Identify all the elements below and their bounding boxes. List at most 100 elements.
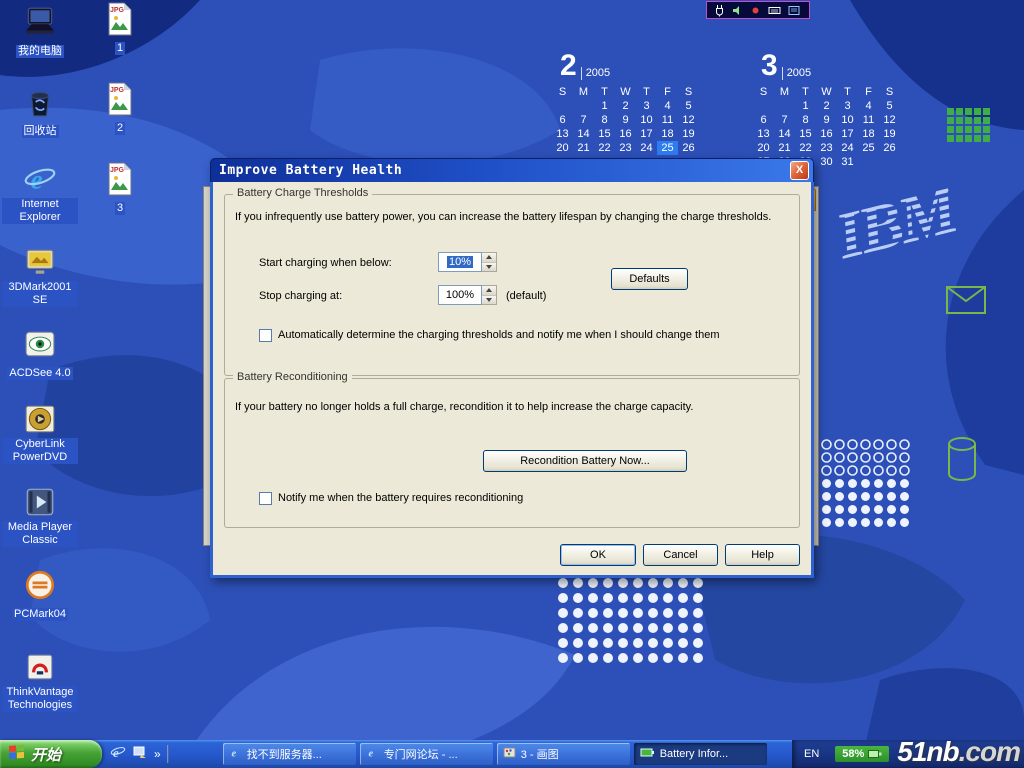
paint-icon — [503, 746, 516, 762]
calendar-day: 8 — [795, 113, 816, 127]
desktop-icon-acdsee[interactable]: ACDSee 4.0 — [2, 327, 78, 381]
ie-icon: e — [229, 746, 242, 762]
dialog-title: Improve Battery Health — [219, 163, 790, 178]
start-charging-label: Start charging when below: — [259, 257, 392, 269]
start-charging-field[interactable]: 10% — [438, 252, 482, 272]
task-button-server-not-found[interactable]: e 找不到服务器... — [223, 743, 356, 765]
desktop-icon-powerdvd[interactable]: CyberLink PowerDVD — [2, 402, 78, 465]
calendar-day: 11 — [657, 113, 678, 127]
keypad-cell — [983, 135, 990, 142]
notify-reconditioning-checkbox-row[interactable]: Notify me when the battery requires reco… — [259, 492, 779, 505]
quicklaunch-desktop-icon[interactable] — [132, 744, 148, 765]
calendar-grid: SMTWTFS123456789101112131415161718192021… — [753, 85, 900, 169]
calendar-day: 2 — [615, 99, 636, 113]
svg-text:JPG: JPG — [110, 87, 125, 94]
notify-reconditioning-checkbox-label: Notify me when the battery requires reco… — [278, 492, 523, 505]
stop-charging-field[interactable]: 100% — [438, 285, 482, 305]
notify-reconditioning-checkbox[interactable] — [259, 492, 272, 505]
power-icon[interactable] — [714, 4, 725, 17]
start-button[interactable]: 开始 — [0, 740, 102, 768]
desktop-icon-label: ACDSee 4.0 — [7, 367, 72, 380]
recondition-battery-button[interactable]: Recondition Battery Now... — [483, 450, 687, 472]
task-button-battery-information[interactable]: Battery Infor... — [634, 743, 767, 765]
spin-down-button[interactable] — [482, 296, 496, 305]
desktop-icon-media-player-classic[interactable]: Media Player Classic — [2, 485, 78, 548]
windows-logo-icon — [8, 744, 25, 764]
calendar-day: 6 — [753, 113, 774, 127]
calendar-month: 3 — [761, 52, 778, 80]
desktop-icon-pcmark04[interactable]: PCMark04 — [2, 568, 78, 622]
display-settings-icon[interactable] — [788, 4, 800, 17]
auto-determine-checkbox-row[interactable]: Automatically determine the charging thr… — [259, 329, 779, 342]
close-button[interactable]: X — [790, 161, 809, 180]
media-player-classic-icon — [23, 485, 57, 519]
dialog-titlebar[interactable]: Improve Battery Health X — [210, 158, 814, 182]
stop-charging-value: 100% — [446, 289, 474, 301]
keypad-cell — [947, 135, 954, 142]
desktop-icon-internet-explorer[interactable]: e Internet Explorer — [2, 162, 78, 225]
calendar-day: 20 — [753, 141, 774, 155]
start-charging-spinner[interactable]: 10% — [438, 252, 497, 272]
calendar-day: 22 — [795, 141, 816, 155]
calendar-day: 16 — [816, 127, 837, 141]
calendar-day: 17 — [837, 127, 858, 141]
calendar-day — [774, 99, 795, 113]
calendar-day: 13 — [552, 127, 573, 141]
spin-up-button[interactable] — [482, 253, 496, 263]
desktop-file-2[interactable]: JPG 2 — [82, 82, 158, 136]
envelope-icon — [946, 286, 986, 314]
trackpoint-icon[interactable] — [750, 4, 761, 17]
desktop-icon-label: 3 — [115, 202, 125, 215]
svg-text:e: e — [30, 164, 42, 195]
cylinder-icon — [946, 436, 978, 482]
keypad-cell — [956, 108, 963, 115]
desktop-file-1[interactable]: JPG 1 — [82, 2, 158, 56]
desktop-icon-label: 2 — [115, 122, 125, 135]
task-button-label: 找不到服务器... — [247, 746, 322, 762]
keyboard-icon[interactable] — [768, 4, 781, 17]
desktop-icon-3dmark2001[interactable]: 3DMark2001 SE — [2, 245, 78, 308]
tray-battery-indicator[interactable]: 58% — [835, 746, 889, 762]
calendar-day: 18 — [858, 127, 879, 141]
keypad-cell — [965, 108, 972, 115]
calendar-day-header: M — [774, 85, 795, 99]
volume-icon[interactable] — [732, 4, 743, 17]
calendar-day-header: T — [594, 85, 615, 99]
desktop-icon-label: CyberLink PowerDVD — [2, 438, 78, 464]
task-button-paint[interactable]: 3 - 画图 — [497, 743, 630, 765]
calendar-day: 10 — [636, 113, 657, 127]
calendar-day: 7 — [573, 113, 594, 127]
auto-determine-checkbox-label: Automatically determine the charging thr… — [278, 329, 719, 342]
desktop-icon-my-computer[interactable]: 我的电脑 — [2, 5, 78, 59]
stop-charging-spinner[interactable]: 100% — [438, 285, 497, 305]
start-button-label: 开始 — [31, 744, 61, 765]
quicklaunch-ie-icon[interactable]: e — [110, 744, 126, 765]
quicklaunch-overflow-chevron[interactable]: » — [154, 747, 161, 761]
calendar-day — [753, 99, 774, 113]
keypad-cell — [956, 135, 963, 142]
calendar-day — [879, 155, 900, 169]
thinkpad-toolbar — [706, 1, 810, 19]
calendar-year: 2005 — [782, 67, 811, 80]
spin-up-button[interactable] — [482, 286, 496, 296]
calendar-day: 1 — [594, 99, 615, 113]
watermark-bold: 51nb — [897, 736, 958, 767]
ok-button[interactable]: OK — [560, 544, 636, 566]
desktop-file-3[interactable]: JPG 3 — [82, 162, 158, 216]
calendar-day: 25 — [858, 141, 879, 155]
desktop-icon-recycle-bin[interactable]: 回收站 — [2, 85, 78, 139]
auto-determine-checkbox[interactable] — [259, 329, 272, 342]
spin-down-button[interactable] — [482, 263, 496, 272]
keypad-cell — [965, 117, 972, 124]
calendar-day-header: T — [636, 85, 657, 99]
calendar-day-header: M — [573, 85, 594, 99]
language-indicator[interactable]: EN — [804, 748, 819, 760]
defaults-button[interactable]: Defaults — [611, 268, 688, 290]
keypad-cell — [947, 126, 954, 133]
cancel-button[interactable]: Cancel — [643, 544, 718, 566]
svg-text:JPG: JPG — [110, 7, 125, 14]
desktop-icon-thinkvantage[interactable]: ThinkVantage Technologies — [2, 650, 78, 713]
help-button[interactable]: Help — [725, 544, 800, 566]
task-button-forum[interactable]: e 专门网论坛 - ... — [360, 743, 493, 765]
calendar-day: 31 — [837, 155, 858, 169]
